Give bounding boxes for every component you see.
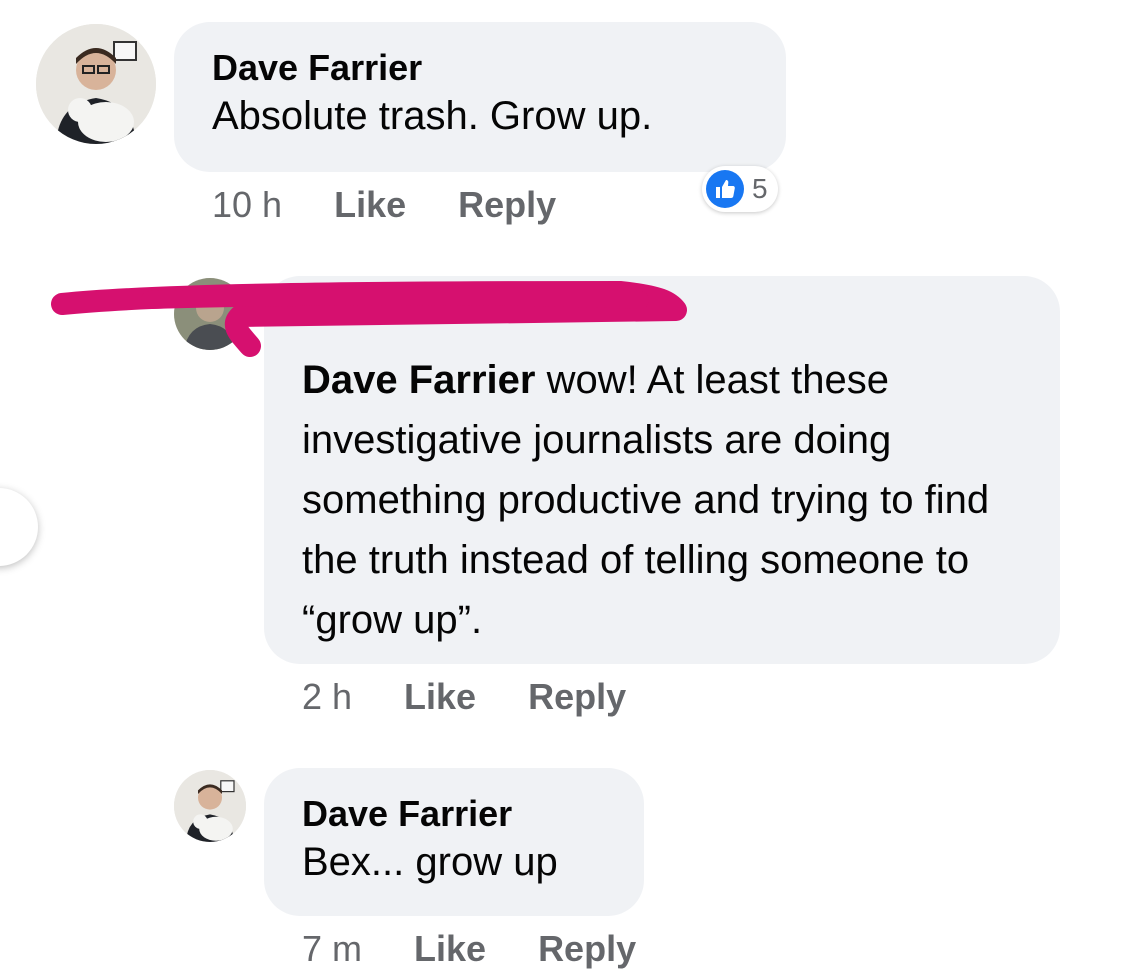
comment-timestamp[interactable]: 10 h — [212, 184, 282, 226]
avatar-photo — [36, 24, 156, 144]
like-button[interactable]: Like — [334, 184, 406, 226]
reply-button[interactable]: Reply — [458, 184, 556, 226]
avatar-photo — [174, 770, 246, 842]
reaction-count: 5 — [752, 173, 768, 204]
comment-bubble: Dave Farrier Absolute trash. Grow up. — [174, 22, 786, 172]
comment-text: Dave Farrier wow! At least these investi… — [302, 350, 1022, 650]
comment-actions: 10 h Like Reply — [212, 184, 608, 226]
avatar[interactable] — [36, 24, 156, 144]
redaction-scribble — [51, 281, 687, 357]
comment-author[interactable]: Dave Farrier — [302, 794, 606, 834]
avatar[interactable] — [174, 770, 246, 842]
comment-timestamp[interactable]: 2 h — [302, 676, 352, 718]
comment-text: Absolute trash. Grow up. — [212, 94, 653, 138]
comment-text: Bex... grow up — [302, 840, 558, 884]
comment-actions: 7 m Like Reply — [302, 928, 688, 970]
like-button[interactable]: Like — [404, 676, 476, 718]
reaction-summary[interactable]: 5 — [702, 166, 778, 212]
thumbs-up-icon — [706, 170, 744, 208]
comment-actions: 2 h Like Reply — [302, 676, 678, 718]
scroll-handle[interactable] — [0, 488, 38, 566]
comment-timestamp[interactable]: 7 m — [302, 928, 362, 970]
comment-author[interactable]: Dave Farrier — [212, 48, 748, 88]
like-button[interactable]: Like — [414, 928, 486, 970]
reply-button[interactable]: Reply — [538, 928, 636, 970]
comment-bubble: Dave Farrier Bex... grow up — [264, 768, 644, 916]
comment-thread: Dave Farrier Absolute trash. Grow up. 5 … — [0, 0, 1125, 978]
reply-button[interactable]: Reply — [528, 676, 626, 718]
